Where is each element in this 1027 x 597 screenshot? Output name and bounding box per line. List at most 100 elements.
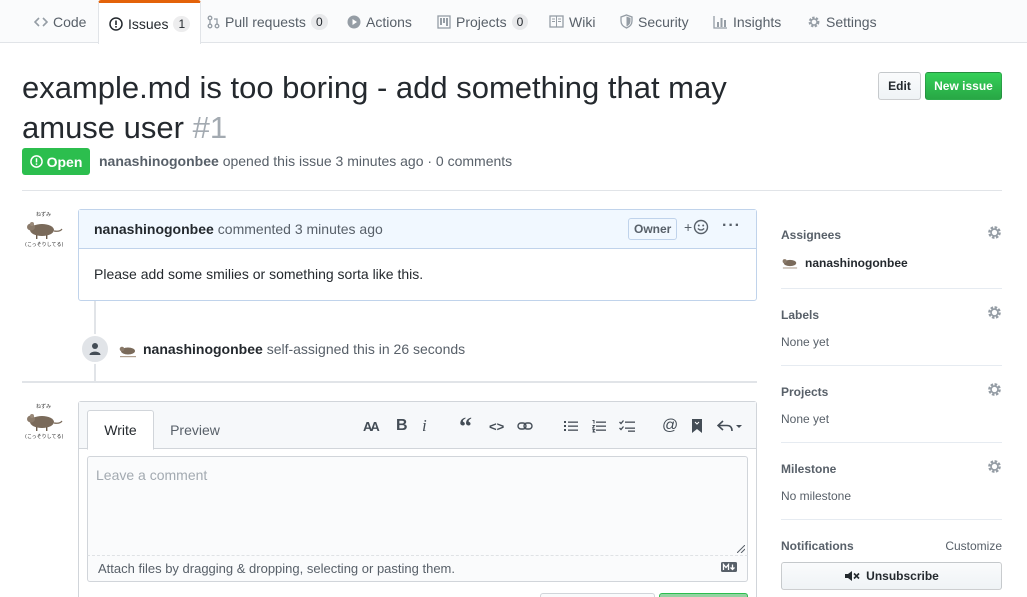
repo-nav: Code Issues 1 Pull requests 0 Actions Pr… — [0, 0, 1027, 44]
bold-button[interactable]: B — [396, 416, 408, 436]
event-author-link[interactable]: nanashinogonbee — [143, 341, 263, 357]
tab-projects[interactable]: Projects 0 — [427, 0, 538, 43]
projects-value: None yet — [781, 412, 830, 426]
italic-button[interactable]: i — [422, 416, 427, 436]
tab-actions[interactable]: Actions — [337, 0, 422, 43]
comment-header: nanashinogonbee commented 3 minutes ago … — [79, 210, 756, 249]
comment-submit-button[interactable] — [659, 593, 748, 597]
avatar[interactable]: ねずみ (こっそりしてる) — [22, 208, 66, 252]
tab-wiki[interactable]: Wiki — [539, 0, 605, 43]
project-icon — [437, 14, 451, 29]
header-divider — [22, 190, 1002, 191]
resize-handle-icon[interactable] — [737, 545, 745, 553]
mention-button[interactable]: @ — [662, 416, 678, 436]
reply-icon — [717, 420, 742, 432]
sidebar-divider — [781, 442, 1002, 443]
sidebar-milestone: Milestone No milestone — [781, 459, 1002, 503]
sidebar-assignees: Assignees nanashinogonbee — [781, 225, 1002, 271]
tab-label: Insights — [733, 13, 782, 30]
tab-preview[interactable]: Preview — [161, 410, 229, 449]
avatar-caption-bottom: (こっそりしてる) — [25, 433, 63, 440]
heading-button[interactable]: AA — [363, 416, 380, 436]
labels-heading[interactable]: Labels — [781, 308, 1002, 322]
projects-counter: 0 — [511, 13, 529, 30]
quote-button[interactable]: “ — [459, 412, 472, 441]
comment-body: Please add some smilies or something sor… — [94, 266, 424, 282]
issue-title: example.md is too boring - add something… — [22, 68, 822, 148]
comment: nanashinogonbee commented 3 minutes ago … — [78, 209, 757, 301]
tab-pull-requests[interactable]: Pull requests 0 — [197, 0, 338, 43]
issue-state-label: Open — [46, 153, 83, 170]
shield-icon — [620, 14, 633, 29]
edit-button[interactable]: Edit — [878, 72, 921, 100]
tab-label: Pull requests — [225, 13, 306, 30]
file-attachment-bar[interactable]: Attach files by dragging & dropping, sel… — [87, 556, 748, 582]
list-ordered-icon — [592, 420, 606, 433]
smiley-icon — [693, 219, 709, 235]
event-description: self-assigned this in 26 seconds — [266, 341, 466, 357]
assignees-heading[interactable]: Assignees — [781, 228, 1002, 242]
tab-security[interactable]: Security — [610, 0, 699, 43]
sidebar-divider — [781, 288, 1002, 289]
ordered-list-button[interactable] — [592, 416, 606, 436]
gear-icon[interactable] — [987, 459, 1002, 477]
assignee-avatar — [782, 259, 798, 269]
avatar-caption-top: ねずみ — [36, 211, 51, 218]
comment-textarea[interactable]: Leave a comment — [87, 456, 748, 556]
link-button[interactable] — [517, 416, 533, 436]
gear-icon[interactable] — [987, 305, 1002, 323]
assignee-item[interactable]: nanashinogonbee — [781, 255, 1002, 271]
sidebar-divider — [781, 365, 1002, 366]
event-avatar[interactable] — [118, 340, 138, 360]
task-list-button[interactable] — [619, 416, 635, 436]
comment-placeholder: Leave a comment — [96, 467, 208, 483]
avatar-caption-bottom: (こっそりしてる) — [25, 241, 63, 248]
tab-write[interactable]: Write — [87, 410, 154, 450]
issue-state-badge: Open — [22, 148, 90, 175]
close-issue-button[interactable] — [540, 593, 655, 597]
owner-label: Owner — [628, 218, 678, 240]
tab-issues[interactable]: Issues 1 — [98, 0, 202, 44]
graph-icon — [713, 15, 728, 29]
attach-hint: Attach files by dragging & dropping, sel… — [98, 561, 455, 576]
labels-value: None yet — [781, 335, 830, 349]
mute-icon — [845, 571, 860, 581]
tab-code[interactable]: Code — [24, 0, 96, 43]
new-issue-button[interactable]: New issue — [925, 72, 1002, 100]
projects-heading[interactable]: Projects — [781, 385, 1002, 399]
assignee-name: nanashinogonbee — [805, 256, 908, 270]
milestone-heading[interactable]: Milestone — [781, 462, 1002, 476]
avatar-caption-top: ねずみ — [36, 403, 51, 410]
play-icon — [347, 15, 361, 29]
reply-dropdown-button[interactable] — [717, 416, 743, 436]
tab-label: Issues — [128, 15, 169, 32]
pull-requests-counter: 0 — [310, 13, 328, 30]
unsubscribe-label: Unsubscribe — [866, 569, 939, 583]
customize-link[interactable]: Customize — [945, 539, 1002, 553]
comment-author-link[interactable]: nanashinogonbee — [94, 221, 214, 237]
markdown-icon[interactable] — [721, 562, 737, 572]
tab-insights[interactable]: Insights — [703, 0, 791, 43]
issue-author-link[interactable]: nanashinogonbee — [99, 153, 219, 169]
current-user-avatar[interactable]: ねずみ (こっそりしてる) — [22, 400, 66, 444]
milestone-value: No milestone — [781, 489, 852, 503]
saved-reply-button[interactable] — [691, 416, 703, 436]
issue-opened-icon — [29, 155, 43, 168]
unordered-list-button[interactable] — [564, 416, 578, 436]
add-reaction-button[interactable]: + — [684, 219, 709, 235]
comment-form-tabs: Write Preview AA B i “ <> @ — [79, 402, 756, 450]
person-icon — [89, 343, 101, 355]
link-icon — [517, 422, 533, 430]
comment-time[interactable]: commented 3 minutes ago — [218, 221, 383, 237]
more-options-button[interactable]: ··· — [722, 217, 741, 235]
tab-label: Actions — [366, 13, 412, 30]
code-button[interactable]: <> — [489, 416, 504, 436]
sidebar-labels: Labels None yet — [781, 305, 1002, 349]
tab-settings[interactable]: Settings — [797, 0, 887, 43]
gear-icon[interactable] — [987, 382, 1002, 400]
gear-icon[interactable] — [987, 225, 1002, 243]
tab-label: Security — [638, 13, 689, 30]
tab-label: Projects — [456, 13, 507, 30]
book-icon — [549, 15, 564, 28]
unsubscribe-button[interactable]: Unsubscribe — [781, 562, 1002, 590]
